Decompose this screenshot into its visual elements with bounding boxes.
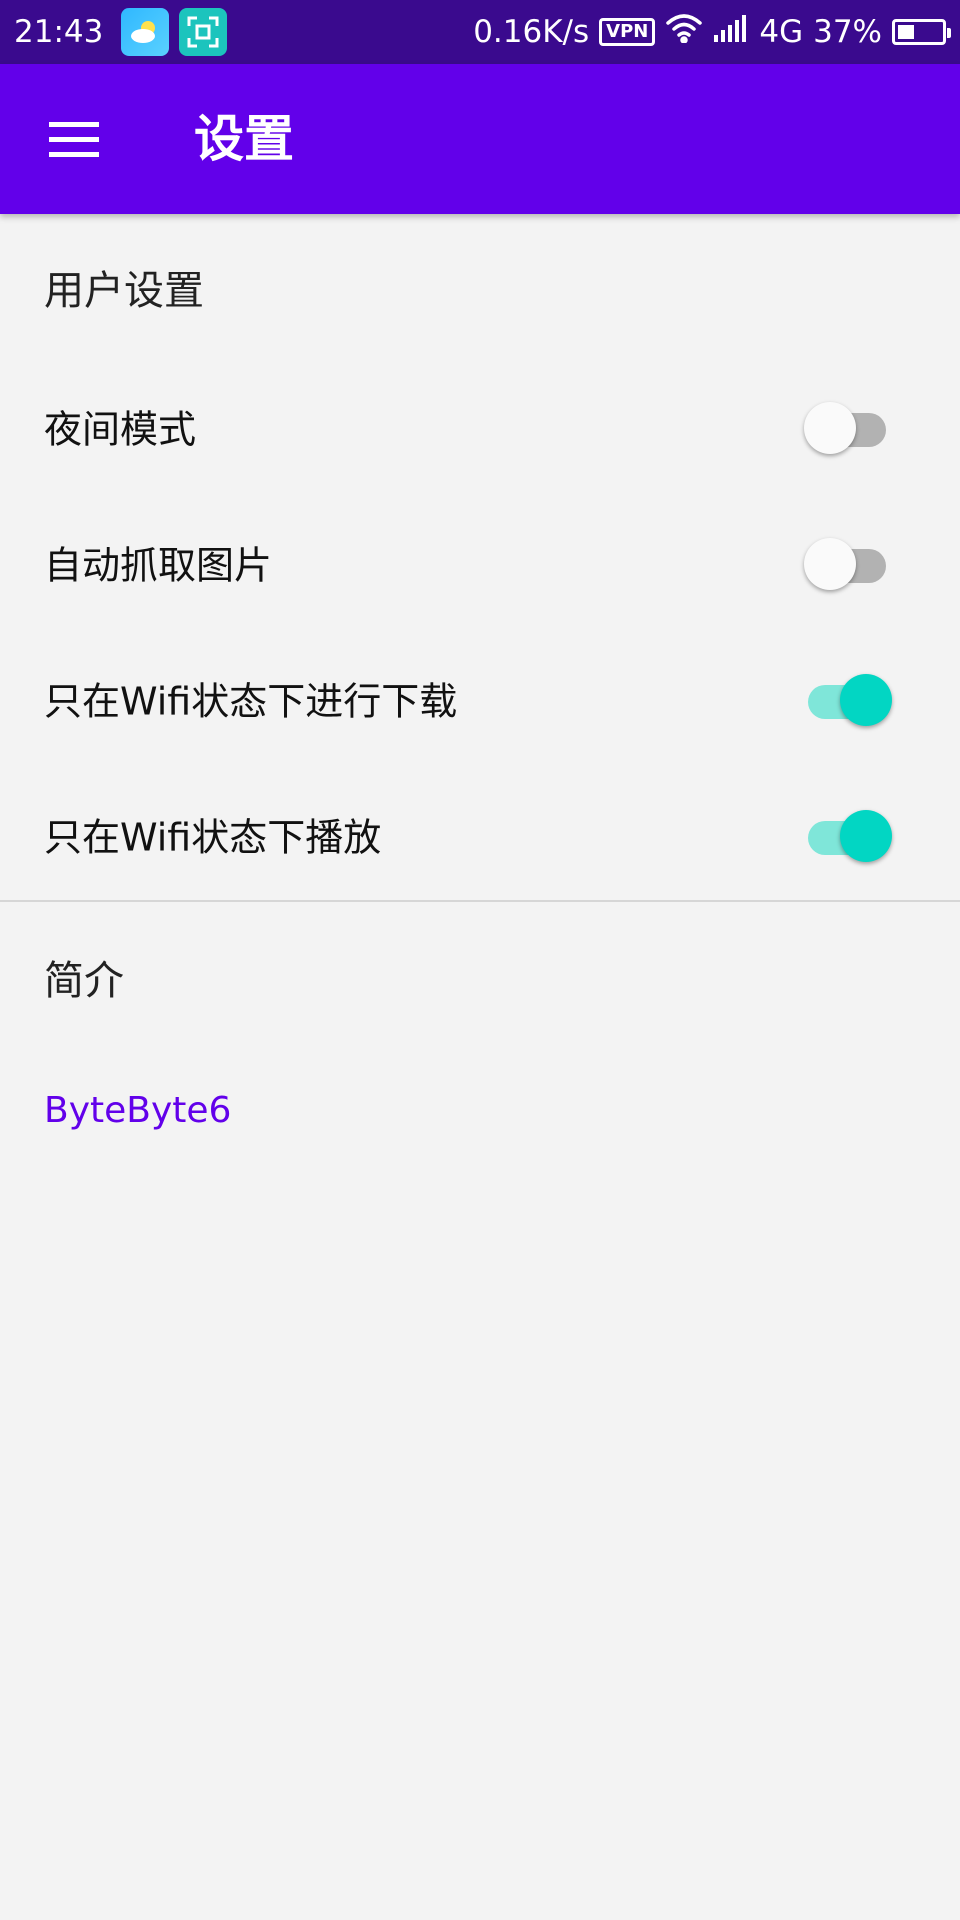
pref-label: 只在Wifi状态下播放 [44,815,382,860]
switch-thumb [804,538,856,590]
status-right: 0.16K/s VPN 4G 37% [473,13,951,51]
battery-icon [892,19,951,45]
auto-fetch-images-switch[interactable] [804,534,890,590]
wifi-icon [665,13,703,51]
intro-text[interactable]: ByteByte6 [44,1090,231,1131]
switch-thumb [804,402,856,454]
pref-label: 只在Wifi状态下进行下载 [44,679,458,724]
section-title-intro: 简介 [44,958,124,1004]
pref-label: 自动抓取图片 [44,543,273,588]
pref-row-night-mode[interactable]: 夜间模式 [0,358,960,494]
pref-row-wifi-only-download[interactable]: 只在Wifi状态下进行下载 [0,630,960,766]
pref-row-wifi-only-play[interactable]: 只在Wifi状态下播放 [0,766,960,902]
wifi-only-play-switch[interactable] [804,806,892,862]
battery-percent: 37% [813,14,882,50]
pref-label: 夜间模式 [44,407,197,452]
wifi-only-download-switch[interactable] [804,670,892,726]
network-speed: 0.16K/s [473,14,590,50]
weather-app-icon [121,8,170,56]
vpn-badge: VPN [599,18,656,46]
switch-thumb [840,674,892,726]
network-type: 4G [759,14,804,50]
switch-thumb [840,810,892,862]
hamburger-menu-icon [49,122,99,157]
status-bar: 21:43 0.16K/s VPN 4G 37% [0,0,960,64]
page-title: 设置 [194,110,294,168]
section-title-user-settings: 用户设置 [44,268,204,314]
section-divider [0,900,960,902]
app-bar: 设置 [0,64,960,214]
status-time: 21:43 [14,14,104,50]
status-left: 21:43 [14,8,228,56]
night-mode-switch[interactable] [804,398,890,454]
menu-button[interactable] [42,114,106,164]
pref-row-auto-fetch-images[interactable]: 自动抓取图片 [0,494,960,630]
screenshot-scan-icon [179,8,228,56]
battery-fill [898,25,914,39]
signal-icon [713,13,749,51]
